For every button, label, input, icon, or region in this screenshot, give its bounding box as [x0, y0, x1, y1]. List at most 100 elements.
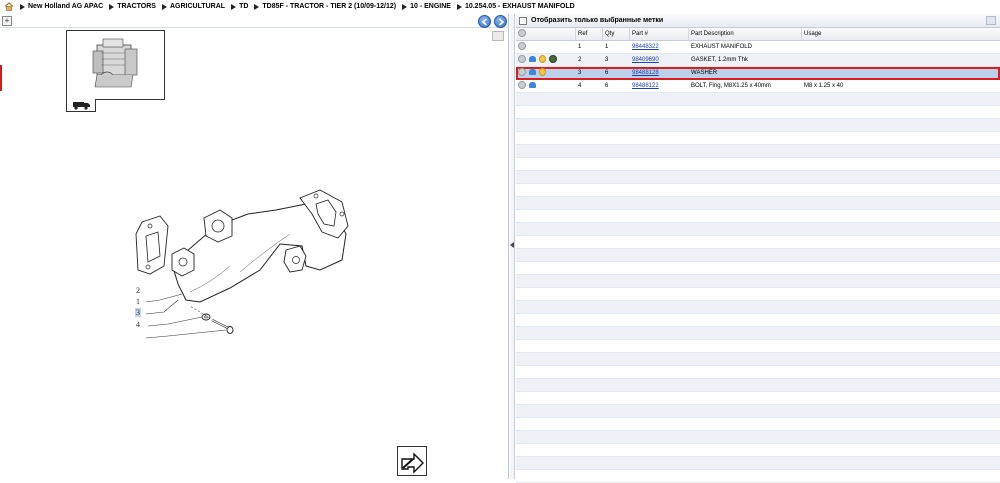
header-usage[interactable]: Usage [804, 28, 994, 40]
cell-qty: 3 [605, 57, 609, 63]
breadcrumb-label: 10 - ENGINE [410, 3, 451, 10]
empty-rows [516, 93, 1000, 483]
gear-icon[interactable] [518, 81, 526, 90]
table-row[interactable]: 1 1 98448322 EXHAUST MANIFOLD [516, 41, 1000, 54]
header-ref[interactable]: Ref [578, 28, 602, 40]
breadcrumb-item[interactable]: TD [231, 3, 248, 10]
hand-icon[interactable] [529, 69, 536, 76]
breadcrumb-label: TD85F - TRACTOR - TIER 2 (10/09-12/12) [262, 3, 397, 10]
cell-part-number-link[interactable]: 98448322 [632, 41, 687, 53]
crumb-arrow-icon [456, 3, 462, 10]
empty-row [516, 366, 1000, 379]
column-divider [575, 28, 576, 40]
cell-part-number-link[interactable]: 98488122 [632, 80, 687, 92]
header-part-number[interactable]: Part # [632, 28, 687, 40]
globe-icon[interactable] [549, 55, 557, 64]
row-icons [518, 80, 574, 92]
cell-description: BOLT, Flng, M8X1.25 x 40mm [691, 83, 771, 89]
empty-row [516, 431, 1000, 444]
table-row[interactable]: 4 6 98488122 BOLT, Flng, M8X1.25 x 40mm … [516, 80, 1000, 93]
engine-thumbnail[interactable] [66, 30, 165, 100]
breadcrumb-label: New Holland AG APAC [28, 3, 104, 10]
gear-icon[interactable] [518, 42, 526, 51]
lightbulb-icon[interactable] [539, 68, 546, 77]
empty-row [516, 288, 1000, 301]
selection-marker [0, 65, 2, 91]
drawing-toolbar: + [0, 14, 509, 28]
gear-icon[interactable] [518, 55, 526, 64]
empty-row [516, 392, 1000, 405]
breadcrumb-item[interactable]: New Holland AG APAC [20, 3, 103, 10]
breadcrumb-item[interactable]: TD85F - TRACTOR - TIER 2 (10/09-12/12) [254, 3, 396, 10]
gear-icon[interactable] [518, 29, 526, 38]
crumb-arrow-icon [109, 3, 115, 10]
header-qty[interactable]: Qty [605, 28, 629, 40]
row-icons [518, 67, 574, 79]
row-icons [518, 54, 574, 66]
callout-label[interactable]: 4 [136, 320, 140, 329]
table-row-selected[interactable]: 3 6 98488128 WASHER [516, 67, 1000, 80]
cell-part-number-link[interactable]: 98409690 [632, 54, 687, 66]
empty-row [516, 119, 1000, 132]
expand-button[interactable]: + [2, 16, 12, 26]
breadcrumb-item[interactable]: AGRICULTURAL [161, 3, 225, 10]
empty-row [516, 353, 1000, 366]
next-sheet-button[interactable] [397, 446, 427, 476]
arrow-right-circle-icon[interactable] [494, 15, 507, 28]
empty-row [516, 145, 1000, 158]
empty-row [516, 106, 1000, 119]
breadcrumb-item[interactable]: 10 - ENGINE [402, 3, 451, 10]
column-divider [688, 28, 689, 40]
gear-icon[interactable] [518, 68, 526, 77]
empty-row [516, 444, 1000, 457]
breadcrumb-item[interactable]: TRACTORS [109, 3, 156, 10]
empty-row [516, 275, 1000, 288]
breadcrumb: New Holland AG APAC TRACTORS AGRICULTURA… [0, 0, 1000, 13]
breadcrumb-label: TRACTORS [117, 3, 156, 10]
home-icon[interactable] [4, 2, 14, 11]
breadcrumb-label: 10.254.05 - EXHAUST MANIFOLD [464, 3, 575, 10]
cell-ref: 4 [578, 83, 582, 89]
hand-icon[interactable] [529, 82, 536, 89]
lightbulb-icon[interactable] [539, 55, 546, 64]
empty-row [516, 132, 1000, 145]
filter-settings-icon[interactable] [986, 16, 996, 25]
pane-splitter[interactable] [510, 14, 515, 479]
cell-ref: 2 [578, 57, 582, 63]
hand-icon[interactable] [529, 56, 536, 63]
empty-row [516, 197, 1000, 210]
callout-label[interactable]: 1 [136, 297, 140, 306]
row-icons [518, 41, 574, 53]
crumb-arrow-icon [20, 3, 25, 10]
empty-row [516, 314, 1000, 327]
callout-label-selected[interactable]: 3 [135, 308, 141, 317]
drawing-pane: + 2 1 3 4 [0, 14, 509, 479]
cell-qty: 1 [605, 44, 609, 50]
table-header: Ref Qty Part # Part Description Usage [516, 28, 1000, 41]
callout-label[interactable]: 2 [136, 286, 140, 295]
header-icon-cell [518, 28, 574, 40]
arrow-left-circle-icon[interactable] [478, 15, 491, 28]
cell-description: WASHER [691, 70, 718, 76]
header-part-description[interactable]: Part Description [691, 28, 801, 40]
zoom-toggle-button[interactable] [492, 31, 504, 41]
crumb-arrow-icon [231, 3, 237, 10]
collapse-arrow-icon[interactable] [510, 242, 514, 248]
column-divider [801, 28, 802, 40]
column-divider [602, 28, 603, 40]
parts-list-pane: Отобразить только выбранные метки Ref Qt… [516, 14, 1000, 483]
truck-icon [73, 102, 90, 110]
show-selected-only-checkbox[interactable] [519, 16, 527, 25]
thumbnail-tab[interactable] [66, 99, 96, 112]
empty-row [516, 470, 1000, 483]
empty-row [516, 379, 1000, 392]
cell-usage [804, 67, 994, 79]
empty-row [516, 301, 1000, 314]
cell-part-number-link[interactable]: 98488128 [632, 67, 687, 79]
cell-usage: M8 x 1.25 x 40 [804, 83, 844, 89]
empty-row [516, 340, 1000, 353]
crumb-arrow-icon [254, 3, 260, 10]
parts-table: Ref Qty Part # Part Description Usage 1 … [516, 28, 1000, 483]
crumb-arrow-icon [161, 3, 167, 10]
table-row[interactable]: 2 3 98409690 GASKET, 1.2mm Thk [516, 54, 1000, 67]
